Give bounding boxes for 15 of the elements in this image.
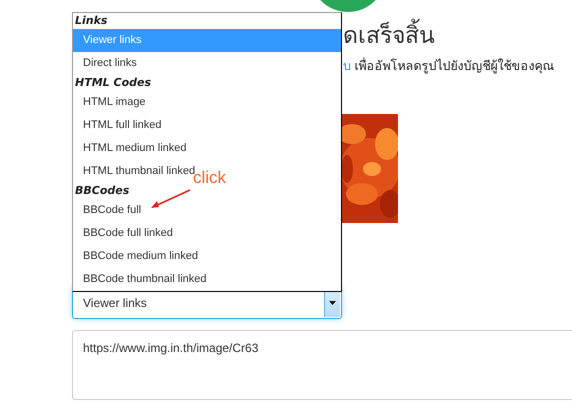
group-label: HTML Codes xyxy=(74,75,152,91)
dropdown-option[interactable]: HTML full linked xyxy=(73,114,166,137)
dropdown-option[interactable]: Direct links xyxy=(73,52,141,75)
annotation-text: click xyxy=(193,168,226,188)
group-label: BBCodes xyxy=(74,183,130,199)
annotation-arrow xyxy=(148,188,192,210)
dropdown-option[interactable]: HTML image xyxy=(73,91,150,114)
notice-text: บ เพื่ออัพโหลดรูปไปยังบัญชีผู้ใช้ของคุณ xyxy=(343,56,556,76)
page-heading: ดเสร็จสิ้น xyxy=(343,20,572,50)
link-output-field[interactable]: https://www.img.in.th/image/Cr63 xyxy=(72,330,572,400)
dropdown-option[interactable]: BBCode medium linked xyxy=(73,245,202,268)
dropdown-option[interactable]: HTML medium linked xyxy=(73,137,191,160)
dropdown-option[interactable]: BBCode full linked xyxy=(73,222,177,245)
group-label: Links xyxy=(74,13,108,29)
dropdown-option[interactable]: BBCode full xyxy=(73,199,146,222)
